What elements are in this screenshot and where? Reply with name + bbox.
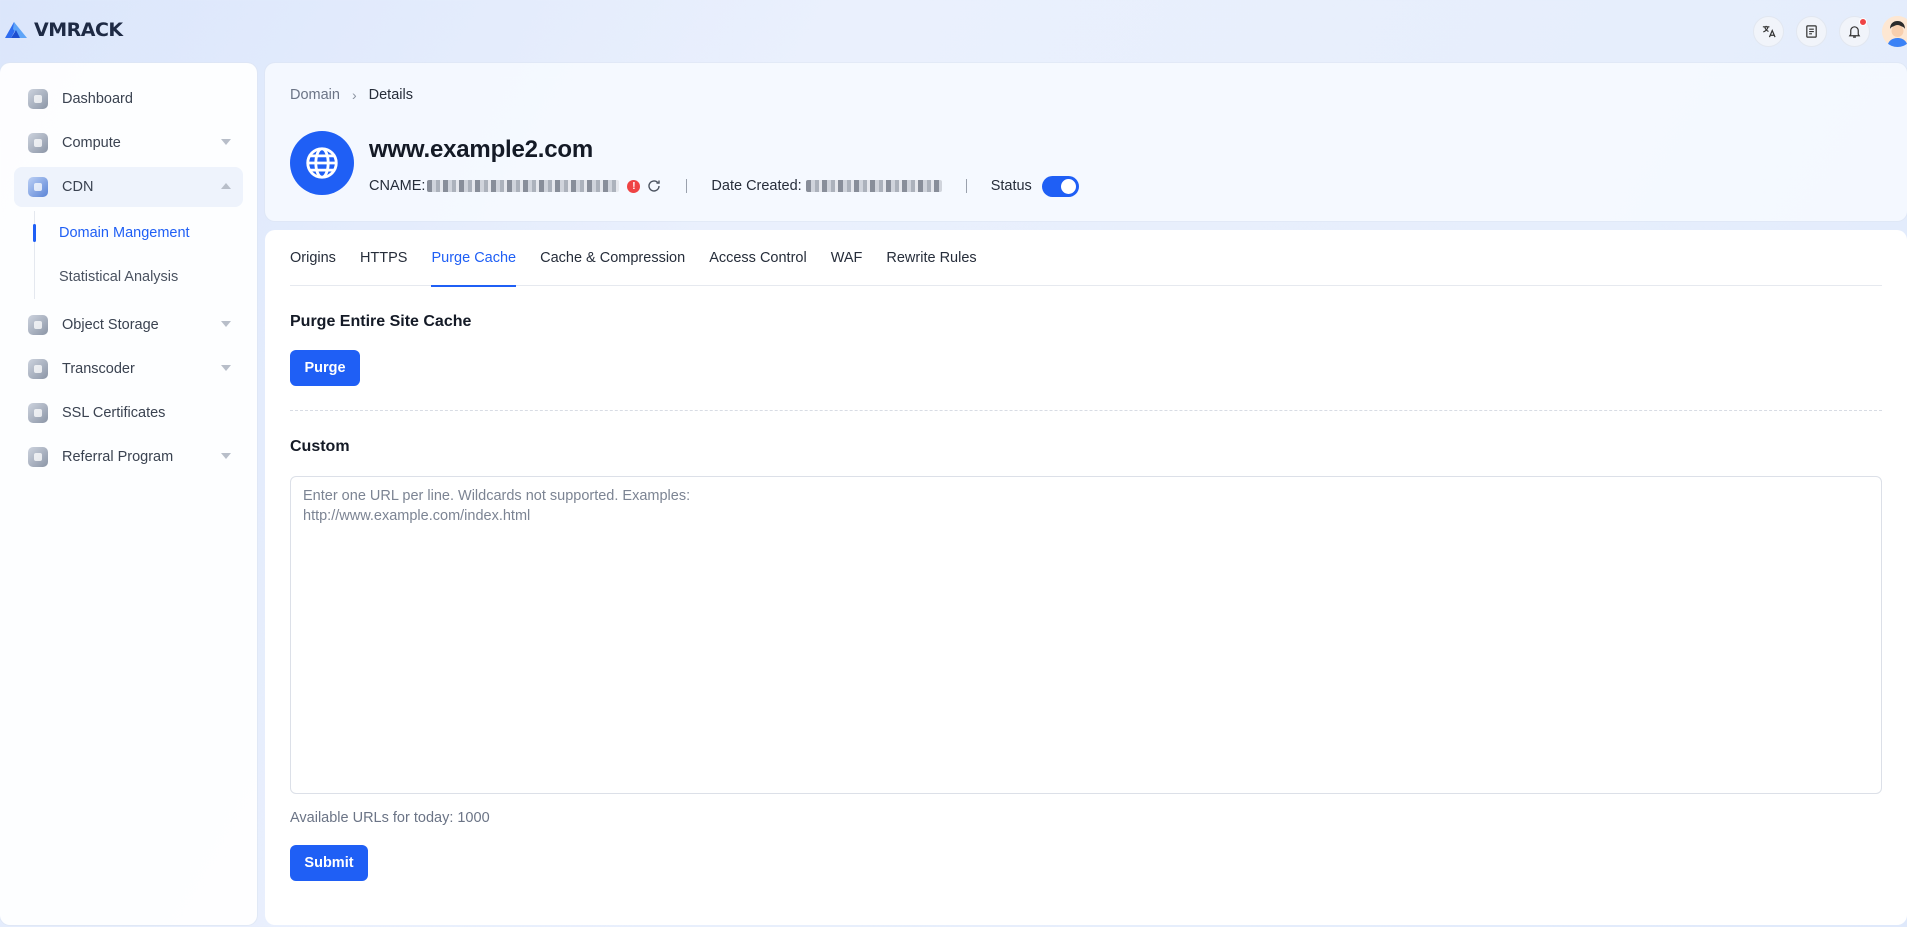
sidebar-item-object-storage[interactable]: Object Storage [14,305,243,345]
breadcrumb-domain-link[interactable]: Domain [290,87,340,103]
cname-value-redacted [427,180,620,192]
tab-https[interactable]: HTTPS [360,230,408,286]
sidebar: Dashboard Compute CDN Domain Mangement S… [0,63,257,925]
sidebar-subitem-domain-management[interactable]: Domain Mangement [33,211,257,255]
sidebar-item-label: Referral Program [62,449,174,465]
custom-section-title: Custom [290,438,350,455]
chevron-right-icon: › [351,87,357,103]
page-title: www.example2.com [369,136,594,163]
shield-icon [28,403,48,423]
chevron-up-icon [221,183,231,189]
translate-icon [1762,25,1776,38]
status-toggle[interactable] [1041,175,1079,197]
tab-origins[interactable]: Origins [290,230,336,286]
tab-purge-cache[interactable]: Purge Cache [431,230,516,287]
tab-waf[interactable]: WAF [831,230,863,286]
purge-cache-panel: Origins HTTPS Purge Cache Cache & Compre… [265,230,1907,925]
tab-access-control[interactable]: Access Control [709,230,807,286]
purge-button[interactable]: Purge [290,350,360,386]
tab-bar: Origins HTTPS Purge Cache Cache & Compre… [290,230,1882,287]
sidebar-item-label: Transcoder [62,361,135,377]
domain-meta: CNAME: ! Date Created: Status [369,174,1079,198]
language-button[interactable] [1753,16,1784,47]
notifications-button[interactable] [1839,16,1870,47]
tab-cache-compression[interactable]: Cache & Compression [540,230,685,286]
notification-dot [1859,18,1867,26]
globe-icon [290,131,354,195]
bell-icon [1848,26,1861,38]
sidebar-item-label: SSL Certificates [62,405,166,421]
referral-icon [28,447,48,467]
sidebar-item-cdn[interactable]: CDN [14,167,243,207]
top-bar: VMRACK [0,0,1907,62]
storage-icon [28,315,48,335]
sidebar-item-label: Object Storage [62,317,159,333]
logo-icon [5,22,27,38]
brand-name: VMRACK [34,19,123,41]
sidebar-item-dashboard[interactable]: Dashboard [14,79,243,119]
date-created-value-redacted [805,180,942,192]
sidebar-item-label: CDN [62,179,94,195]
domain-header: Domain › Details www.example2.com CNAME:… [265,63,1907,221]
sidebar-item-label: Dashboard [62,91,133,107]
dashboard-icon [28,89,48,109]
chevron-down-icon [221,453,231,459]
section-divider [290,410,1882,411]
status-label: Status [990,178,1032,194]
sidebar-item-compute[interactable]: Compute [14,123,243,163]
divider [965,179,967,193]
cname-label: CNAME: [369,178,426,194]
tab-rewrite-rules[interactable]: Rewrite Rules [886,230,976,286]
brand-logo[interactable]: VMRACK [2,16,123,44]
sidebar-subitem-statistical-analysis[interactable]: Statistical Analysis [35,255,257,299]
cdn-icon [28,177,48,197]
date-created-label: Date Created: [711,178,802,194]
sidebar-item-referral-program[interactable]: Referral Program [14,437,243,477]
refresh-icon[interactable] [646,178,662,194]
sidebar-item-ssl-certificates[interactable]: SSL Certificates [14,393,243,433]
breadcrumb-current: Details [368,87,413,103]
user-avatar[interactable] [1882,16,1907,47]
cdn-submenu: Domain Mangement Statistical Analysis [33,211,257,299]
submit-button[interactable]: Submit [290,845,368,881]
url-list-textarea[interactable]: Enter one URL per line. Wildcards not su… [290,476,1882,794]
document-icon [1806,25,1817,38]
docs-button[interactable] [1796,16,1827,47]
divider [686,179,688,193]
chevron-down-icon [221,321,231,327]
avatar-icon [1882,16,1907,47]
transcoder-icon [28,359,48,379]
compute-icon [28,133,48,153]
sidebar-item-transcoder[interactable]: Transcoder [14,349,243,389]
purge-section-title: Purge Entire Site Cache [290,313,472,330]
breadcrumb: Domain › Details [290,87,413,103]
chevron-down-icon [221,365,231,371]
available-urls-text: Available URLs for today: 1000 [290,810,490,826]
chevron-down-icon [221,139,231,145]
sidebar-item-label: Compute [62,135,121,151]
alert-icon[interactable]: ! [627,179,641,193]
